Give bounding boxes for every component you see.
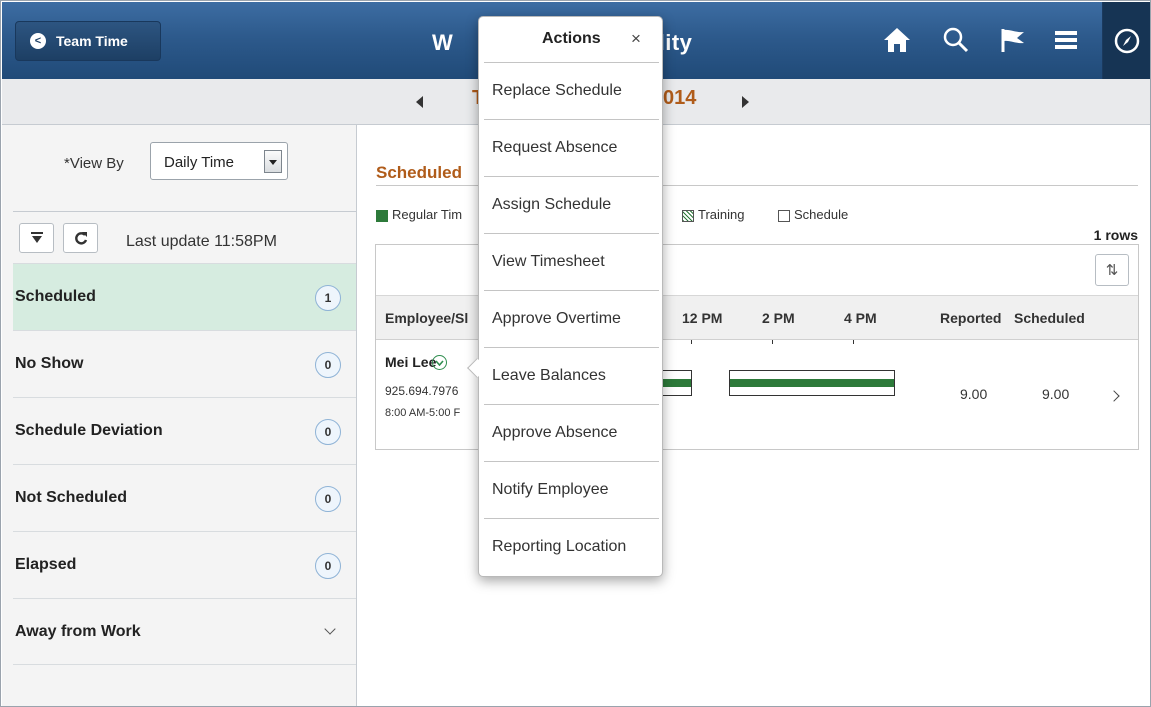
next-day-icon[interactable] [742,96,749,108]
home-icon[interactable] [879,22,915,58]
list-toolbar: Last update 11:58PM [13,211,356,263]
previous-day-icon[interactable] [416,96,423,108]
schedule-swatch [778,210,790,222]
header-employee[interactable]: Employee/Sl [385,310,468,326]
menu-icon[interactable] [1048,22,1084,58]
legend-schedule: Schedule [794,207,849,222]
section-title: Scheduled [376,163,462,182]
page-title: W [432,30,454,55]
action-label: Notify Employee [492,481,609,498]
filter-icon [30,232,43,243]
action-notify-employee[interactable]: Notify Employee [484,461,659,518]
regular-time-bar [730,379,894,387]
employee-name[interactable]: Mei Lee [385,354,436,370]
category-count-badge: 0 [315,352,341,378]
category-count-badge: 0 [315,419,341,445]
category-away-from-work[interactable]: Away from Work [13,598,356,665]
action-approve-overtime[interactable]: Approve Overtime [484,290,659,347]
last-update-text: Last update 11:58PM [126,233,277,250]
action-view-timesheet[interactable]: View Timesheet [484,233,659,290]
main-content: Scheduled Regular Tim Training Schedule … [358,125,1150,706]
action-assign-schedule[interactable]: Assign Schedule [484,176,659,233]
sort-button[interactable]: ⇅ [1095,254,1129,286]
category-label: Not Scheduled [15,489,128,506]
timeline-tick [691,340,692,344]
flag-icon[interactable] [995,22,1031,58]
view-by-label: *View By [64,155,124,172]
compass-icon [1114,28,1140,53]
timeline-tick [853,340,854,344]
navbar-button[interactable] [1103,2,1150,79]
header-reported[interactable]: Reported [940,310,1001,326]
action-replace-schedule[interactable]: Replace Schedule [484,62,659,119]
action-label: Reporting Location [492,538,627,555]
header-scheduled[interactable]: Scheduled [1014,310,1085,326]
action-label: Request Absence [492,139,618,156]
sort-icon: ⇅ [1105,262,1119,279]
employee-phone: 925.694.7976 [385,384,459,398]
actions-popover: Actions × Replace Schedule Request Absen… [478,16,663,577]
action-label: Assign Schedule [492,196,612,213]
category-no-show[interactable]: No Show 0 [13,330,356,397]
category-label: No Show [15,355,84,372]
legend-regular-time: Regular Tim [392,207,463,222]
back-button-label: Team Time [56,33,128,49]
dropdown-arrow-icon[interactable] [264,150,282,173]
category-label: Scheduled [15,288,96,305]
action-label: Approve Absence [492,424,618,441]
scheduled-hours: 9.00 [1042,386,1070,402]
category-elapsed[interactable]: Elapsed 0 [13,531,356,598]
chevron-down-icon[interactable] [324,623,336,635]
header-4pm: 4 PM [844,310,877,326]
header-2pm: 2 PM [762,310,795,326]
action-label: Leave Balances [492,367,606,384]
action-approve-absence[interactable]: Approve Absence [484,404,659,461]
training-swatch [682,210,694,222]
view-by-value: Daily Time [164,154,235,171]
category-scheduled[interactable]: Scheduled 1 [13,263,356,330]
date-label-tail: 014 [663,87,697,109]
category-not-scheduled[interactable]: Not Scheduled 0 [13,464,356,531]
reported-hours: 9.00 [960,386,988,402]
left-panel: *View By Daily Time Last update 11:58PM … [2,125,357,706]
chevron-down-icon[interactable] [432,355,447,370]
action-label: Approve Overtime [492,310,621,327]
chevron-right-icon[interactable] [1108,390,1120,402]
category-schedule-deviation[interactable]: Schedule Deviation 0 [13,397,356,464]
schedule-bar-afternoon [729,370,895,396]
back-button[interactable]: < Team Time [15,21,161,61]
action-reporting-location[interactable]: Reporting Location [484,518,659,575]
category-count-badge: 0 [315,553,341,579]
category-count-badge: 1 [315,285,341,311]
category-label: Schedule Deviation [15,422,163,439]
chevron-left-icon: < [30,33,46,49]
view-by-select[interactable]: Daily Time [150,142,288,180]
category-count-badge: 0 [315,486,341,512]
popover-title: Actions [542,30,601,47]
close-icon[interactable]: × [631,29,641,49]
employee-shift: 8:00 AM-5:00 F [385,407,461,419]
timeline-tick [772,340,773,344]
refresh-button[interactable] [63,223,98,253]
legend-training: Training [698,207,745,222]
action-request-absence[interactable]: Request Absence [484,119,659,176]
regular-time-swatch [376,210,388,222]
search-icon[interactable] [938,22,974,58]
action-label: View Timesheet [492,253,605,270]
row-count: 1 rows [1093,227,1138,243]
category-label: Elapsed [15,556,77,573]
refresh-icon [74,232,87,245]
app-window: < Team Time W ility T 014 *View By Daily… [0,0,1151,707]
category-label: Away from Work [15,623,141,640]
action-leave-balances[interactable]: Leave Balances [484,347,659,404]
action-label: Replace Schedule [492,82,622,99]
filter-button[interactable] [19,223,54,253]
header-12pm: 12 PM [682,310,723,326]
